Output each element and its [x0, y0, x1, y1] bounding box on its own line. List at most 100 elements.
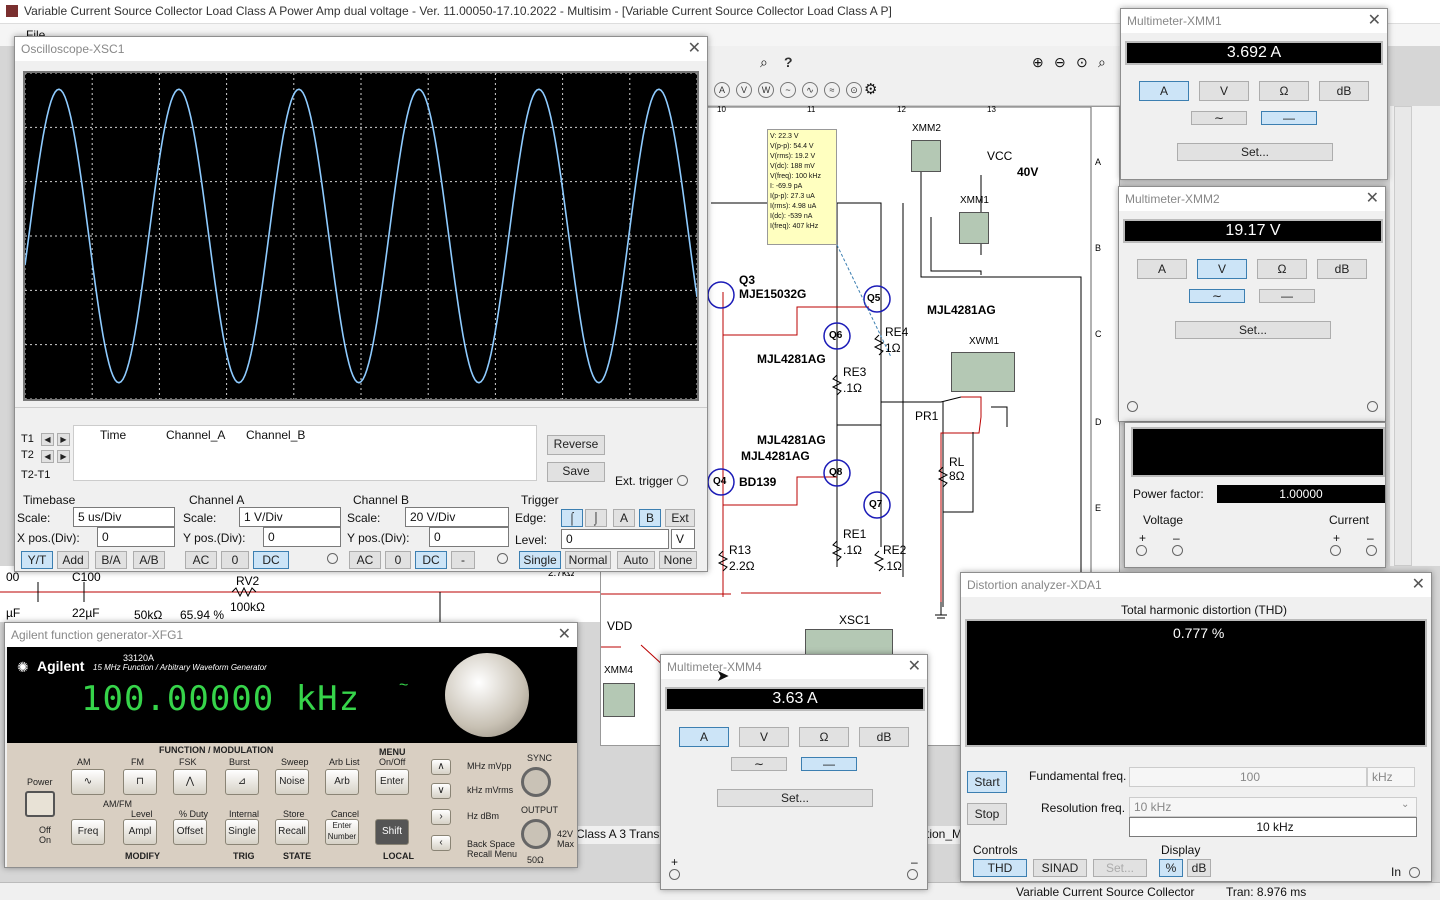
- close-icon[interactable]: ✕: [1412, 574, 1425, 594]
- ab-button[interactable]: A/B: [133, 551, 165, 569]
- stop-button[interactable]: Stop: [967, 803, 1007, 825]
- res-select[interactable]: 10 kHz: [1129, 797, 1417, 817]
- xmm4-plus-terminal[interactable]: [669, 869, 680, 880]
- trigger-ext-button[interactable]: Ext: [665, 509, 695, 527]
- chb-zero-button[interactable]: 0: [385, 551, 411, 569]
- offset-key[interactable]: Offset: [173, 819, 207, 845]
- fgen-knob[interactable]: [445, 653, 529, 737]
- chevron-down-icon[interactable]: ⌄: [1401, 799, 1409, 810]
- zoom-in-icon[interactable]: ⊕: [1032, 54, 1044, 71]
- single-button[interactable]: Single: [519, 551, 561, 569]
- instrument-icon[interactable]: W: [758, 82, 774, 98]
- reverse-button[interactable]: Reverse: [547, 435, 605, 455]
- arb-key[interactable]: Arb: [325, 769, 359, 795]
- chb-terminal[interactable]: [497, 553, 508, 564]
- chb-scale-input[interactable]: 20 V/Div: [405, 507, 509, 527]
- ba-button[interactable]: B/A: [95, 551, 127, 569]
- ramp-key[interactable]: ⊿: [225, 769, 259, 795]
- thd-button[interactable]: THD: [973, 859, 1027, 877]
- close-icon[interactable]: ✕: [688, 38, 701, 58]
- xmm1-amp-button[interactable]: A: [1139, 81, 1189, 101]
- add-button[interactable]: Add: [57, 551, 89, 569]
- t2-left-arrow[interactable]: ◀: [41, 450, 54, 463]
- output-connector[interactable]: [521, 819, 551, 849]
- yt-button[interactable]: Y/T: [21, 551, 53, 569]
- cha-scale-input[interactable]: 1 V/Div: [239, 507, 341, 527]
- square-key[interactable]: ⊓: [123, 769, 157, 795]
- enter-number-key[interactable]: Enter Number: [325, 819, 359, 845]
- save-button[interactable]: Save: [547, 462, 605, 482]
- help-icon[interactable]: ?: [784, 54, 793, 70]
- none-button[interactable]: None: [659, 551, 697, 569]
- instrument-icon[interactable]: ∿: [802, 82, 818, 98]
- xmm2-ac-icon[interactable]: ∼: [1189, 289, 1245, 303]
- zoom-fit-icon[interactable]: ⌕: [1098, 54, 1106, 71]
- level-input[interactable]: 0: [561, 529, 669, 549]
- ext-trigger-terminal[interactable]: [677, 475, 688, 486]
- single-key[interactable]: Single: [225, 819, 259, 845]
- xmm4-symbol[interactable]: [603, 683, 635, 717]
- xpos-input[interactable]: 0: [97, 527, 175, 547]
- xmm1-volt-button[interactable]: V: [1199, 81, 1249, 101]
- noise-key[interactable]: Noise: [275, 769, 309, 795]
- v-minus-terminal[interactable]: [1172, 545, 1183, 556]
- xmm2-volt-button[interactable]: V: [1197, 259, 1247, 279]
- rising-edge-icon[interactable]: ⌠: [561, 509, 583, 527]
- t2-right-arrow[interactable]: ▶: [57, 450, 70, 463]
- sinad-button[interactable]: SINAD: [1033, 859, 1087, 877]
- auto-button[interactable]: Auto: [617, 551, 655, 569]
- close-icon[interactable]: ✕: [1366, 188, 1379, 208]
- instrument-icon[interactable]: V: [736, 82, 752, 98]
- v-plus-terminal[interactable]: [1136, 545, 1147, 556]
- percent-button[interactable]: %: [1159, 859, 1183, 877]
- cha-terminal[interactable]: [327, 553, 338, 564]
- xmm2-dc-icon[interactable]: —: [1259, 289, 1315, 303]
- t1-right-arrow[interactable]: ▶: [57, 433, 70, 446]
- level-unit[interactable]: V: [671, 529, 695, 549]
- ampl-key[interactable]: Ampl: [123, 819, 157, 845]
- close-icon[interactable]: ✕: [558, 624, 571, 644]
- xmm4-ac-icon[interactable]: ∼: [731, 757, 787, 771]
- settings-gear-icon[interactable]: ⚙: [864, 80, 877, 98]
- chb-dc-button[interactable]: DC: [415, 551, 447, 569]
- xmm4-set-button[interactable]: Set...: [717, 789, 873, 807]
- cha-ypos-input[interactable]: 0: [263, 527, 341, 547]
- i-plus-terminal[interactable]: [1330, 545, 1341, 556]
- find-icon[interactable]: ⌕: [760, 54, 768, 71]
- vertical-scrollbar[interactable]: [1394, 106, 1412, 566]
- xmm4-dc-icon[interactable]: —: [801, 757, 857, 771]
- tab-other[interactable]: tion_M: [926, 827, 962, 841]
- xmm2-plus-terminal[interactable]: [1127, 401, 1138, 412]
- sine-key[interactable]: ∿: [71, 769, 105, 795]
- xmm4-ohm-button[interactable]: Ω: [799, 727, 849, 747]
- db-button[interactable]: dB: [1187, 859, 1211, 877]
- t1-left-arrow[interactable]: ◀: [41, 433, 54, 446]
- xmm2-db-button[interactable]: dB: [1317, 259, 1367, 279]
- freq-key[interactable]: Freq: [71, 819, 105, 845]
- xmm1-ohm-button[interactable]: Ω: [1259, 81, 1309, 101]
- triangle-key[interactable]: ⋀: [173, 769, 207, 795]
- up-arrow-key[interactable]: ∧: [431, 759, 451, 775]
- instrument-icon[interactable]: ~: [780, 82, 796, 98]
- cha-zero-button[interactable]: 0: [221, 551, 249, 569]
- sync-connector[interactable]: [521, 767, 551, 797]
- xmm4-volt-button[interactable]: V: [739, 727, 789, 747]
- xmm4-db-button[interactable]: dB: [859, 727, 909, 747]
- zoom-area-icon[interactable]: ⊙: [1076, 54, 1088, 71]
- xmm1-db-button[interactable]: dB: [1319, 81, 1369, 101]
- set-button[interactable]: Set...: [1093, 859, 1147, 877]
- i-minus-terminal[interactable]: [1366, 545, 1377, 556]
- xmm2-set-button[interactable]: Set...: [1175, 321, 1331, 339]
- instrument-icon[interactable]: ⊙: [846, 82, 862, 98]
- xmm2-symbol[interactable]: [911, 140, 941, 172]
- fund-input[interactable]: 100: [1129, 767, 1367, 787]
- chb-ypos-input[interactable]: 0: [429, 527, 509, 547]
- cha-dc-button[interactable]: DC: [253, 551, 289, 569]
- scope-hscroll[interactable]: [15, 407, 707, 421]
- recall-key[interactable]: Recall: [275, 819, 309, 845]
- instrument-icon[interactable]: ≈: [824, 82, 840, 98]
- xmm2-amp-button[interactable]: A: [1137, 259, 1187, 279]
- power-button[interactable]: [25, 791, 55, 817]
- start-button[interactable]: Start: [967, 771, 1007, 793]
- timebase-scale-input[interactable]: 5 us/Div: [73, 507, 175, 527]
